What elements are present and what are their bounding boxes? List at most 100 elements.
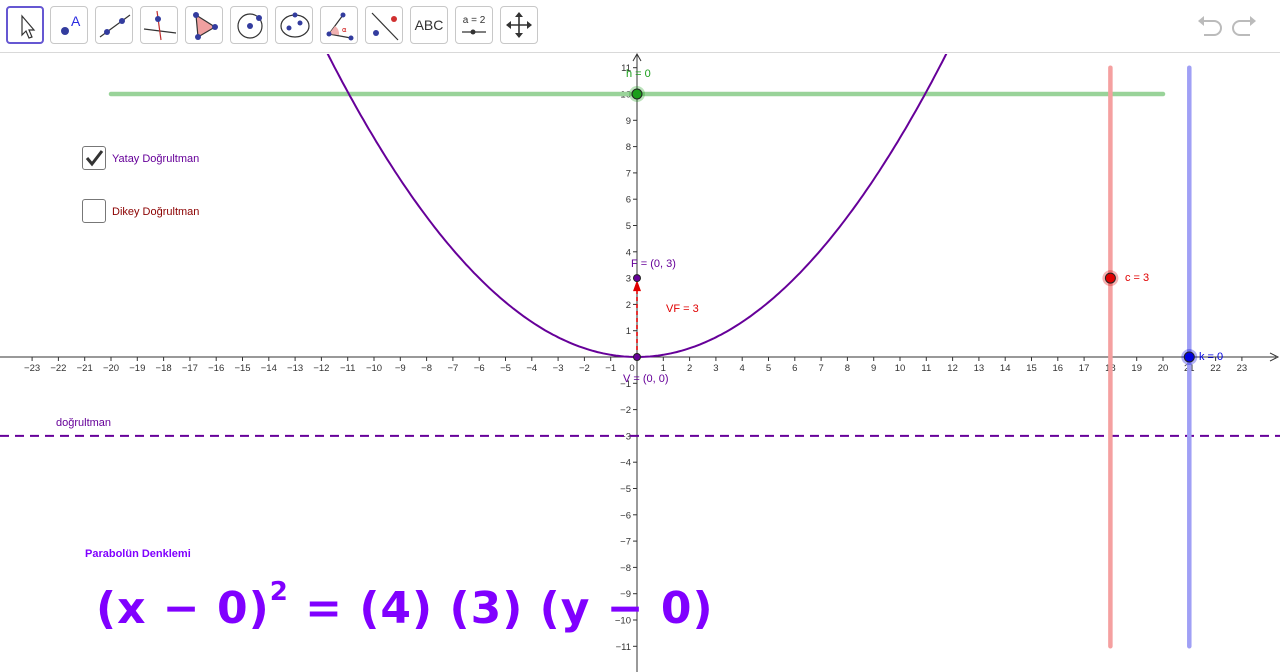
x-tick-label: 14 (1000, 363, 1011, 374)
x-tick-label: −2 (579, 363, 590, 374)
circle-icon (237, 13, 263, 39)
x-tick-label: 17 (1079, 363, 1090, 374)
focus-label: F = (0, 3) (631, 258, 676, 270)
c-slider-label: c = 3 (1125, 272, 1150, 284)
vertical-directrix-label[interactable]: Dikey Doğrultman (112, 206, 199, 218)
y-tick-label: 2 (626, 300, 631, 311)
y-tick-label: 6 (626, 195, 631, 206)
x-tick-label: −16 (208, 363, 224, 374)
equation-title: Parabolün Denklemi (85, 548, 191, 560)
vertical-directrix-checkbox[interactable] (82, 199, 106, 223)
text-icon: ABC (414, 17, 444, 33)
angle-tool-button[interactable]: α (320, 6, 358, 44)
slider-icon: a = 2 (462, 15, 486, 35)
y-tick-label: −4 (620, 458, 631, 469)
y-tick-label: −5 (620, 484, 631, 495)
x-tick-label: −23 (24, 363, 40, 374)
slider-tool-button[interactable]: a = 2 (455, 6, 493, 44)
move-arrows-icon (506, 12, 532, 38)
x-tick-label: −18 (156, 363, 172, 374)
x-tick-label: 12 (947, 363, 958, 374)
x-tick-label: 23 (1237, 363, 1248, 374)
x-tick-label: −20 (103, 363, 119, 374)
h-slider-handle[interactable] (631, 88, 643, 100)
x-tick-label: −12 (313, 363, 329, 374)
x-tick-label: 19 (1131, 363, 1142, 374)
horizontal-directrix-checkbox[interactable] (82, 146, 106, 170)
horizontal-directrix-label[interactable]: Yatay Doğrultman (112, 153, 199, 165)
equation-exponent: 2 (269, 577, 289, 607)
conic-tool-button[interactable] (275, 6, 313, 44)
y-tick-label: −7 (620, 537, 631, 548)
x-tick-label: 6 (792, 363, 797, 374)
cursor-arrow-icon (21, 14, 36, 39)
graphics-view[interactable]: −23 −22 −21 −20 −19 −18 −17 −16 −15 −14 −13 −12 −11−… (0, 53, 1280, 672)
undo-icon[interactable] (1194, 12, 1224, 42)
svg-text:a = 2: a = 2 (463, 15, 486, 26)
perpendicular-tool-button[interactable] (140, 6, 178, 44)
polygon-tool-button[interactable] (185, 6, 223, 44)
x-tick-label: 10 (895, 363, 906, 374)
x-tick-label: −19 (129, 363, 145, 374)
x-tick-label: 7 (818, 363, 823, 374)
x-tick-label: −1 (605, 363, 616, 374)
point-icon: A (61, 13, 81, 35)
toolbar: A α ABC a = 2 (0, 0, 1280, 53)
redo-icon[interactable] (1230, 12, 1260, 42)
svg-text:α: α (342, 26, 347, 34)
x-tick-label: −11 (340, 363, 355, 374)
line-tool-button[interactable] (95, 6, 133, 44)
y-tick-label: 9 (626, 116, 631, 127)
directrix-label: doğrultman (56, 417, 112, 429)
x-tick-label: 2 (687, 363, 692, 374)
x-tick-label: 16 (1053, 363, 1064, 374)
x-tick-label: −5 (500, 363, 511, 374)
reflect-tool-button[interactable] (365, 6, 403, 44)
vertex-point[interactable] (633, 353, 641, 361)
point-tool-button[interactable]: A (50, 6, 88, 44)
equation-lhs: (x − 0) (96, 583, 270, 634)
line-icon (99, 14, 131, 38)
x-tick-label: −13 (287, 363, 303, 374)
y-tick-label: 7 (626, 168, 631, 179)
y-tick-label: −11 (616, 642, 631, 653)
equation-rhs: = (4) (3) (y − 0) (305, 583, 714, 634)
checkmark-icon (85, 150, 104, 167)
vf-label: VF = 3 (666, 303, 699, 315)
y-tick-label: 4 (626, 247, 631, 258)
y-tick-label: 8 (626, 142, 631, 153)
x-tick-label: −17 (182, 363, 198, 374)
move-view-tool-button[interactable] (500, 6, 538, 44)
move-tool-button[interactable] (6, 6, 44, 44)
y-tick-label: −8 (620, 563, 631, 574)
x-tick-label: 9 (871, 363, 876, 374)
circle-tool-button[interactable] (230, 6, 268, 44)
ellipse-icon (280, 12, 310, 38)
k-slider-label: k = 0 (1199, 351, 1224, 363)
x-tick-label: −22 (50, 363, 66, 374)
y-tick-label: 5 (626, 221, 631, 232)
polygon-icon (193, 12, 218, 40)
x-tick-label: −4 (526, 363, 537, 374)
x-tick-label: 20 (1158, 363, 1169, 374)
coordinate-axes: −23 −22 −21 −20 −19 −18 −17 −16 −15 −14 −13 −12 −11−… (0, 53, 1280, 672)
x-tick-label: −7 (447, 363, 458, 374)
h-slider-label: h = 0 (626, 68, 651, 80)
x-tick-label: −3 (553, 363, 564, 374)
x-tick-label: −21 (77, 363, 93, 374)
x-tick-label: 3 (713, 363, 718, 374)
parabola-equation: (x − 0)2 = (4) (3) (y − 0) (96, 577, 714, 634)
svg-text:A: A (71, 13, 81, 29)
x-tick-label: −14 (261, 363, 277, 374)
focus-point[interactable] (633, 274, 641, 283)
c-slider-handle[interactable] (1104, 272, 1116, 284)
k-slider-handle[interactable] (1183, 351, 1195, 363)
y-tick-label: 1 (626, 326, 631, 337)
text-tool-button[interactable]: ABC (410, 6, 448, 44)
angle-icon: α (326, 12, 354, 41)
x-tick-label: −10 (366, 363, 382, 374)
x-tick-label: −9 (395, 363, 406, 374)
x-tick-label: 13 (974, 363, 985, 374)
x-tick-label: −8 (421, 363, 432, 374)
x-tick-label: 4 (740, 363, 745, 374)
